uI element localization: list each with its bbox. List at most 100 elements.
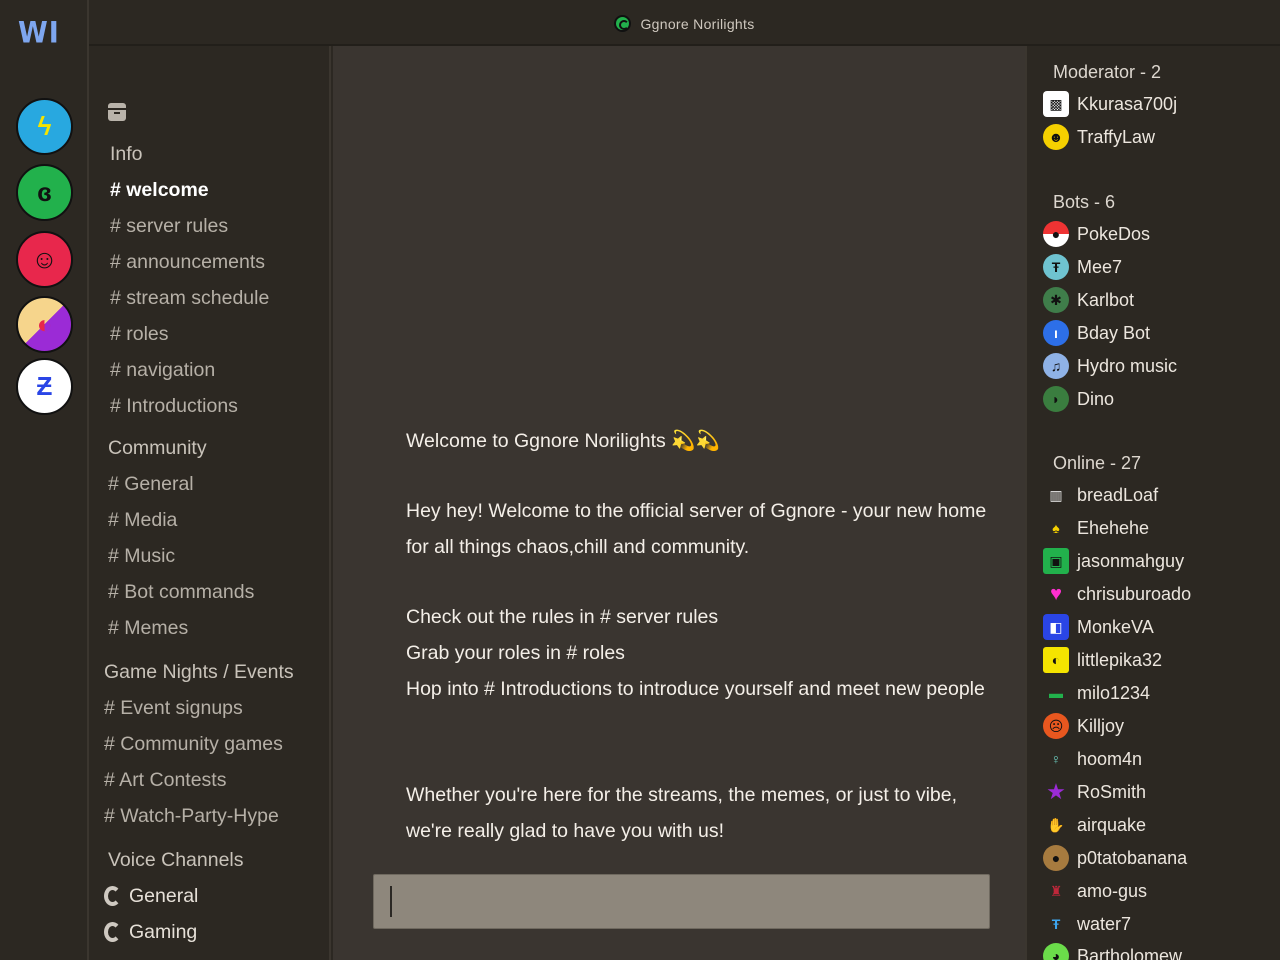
channel-art-contests[interactable]: # Art Contests [104,769,226,792]
member-dino[interactable]: ◗ Dino [1043,384,1114,414]
avatar: ✋ [1047,816,1065,833]
channel-music[interactable]: # Music [108,545,175,568]
channel-bot-commands[interactable]: # Bot commands [108,581,254,604]
voice-channel-label: Gaming [129,921,198,943]
avatar: ▩ [1043,91,1069,117]
avatar: ♠ [1052,520,1060,536]
avatar: ☻ [1043,124,1069,150]
channel-media[interactable]: # Media [108,509,177,532]
closing-paragraph: Whether you're here for the streams, the… [406,784,958,842]
avatar: ✱ [1043,287,1069,313]
channel-sidebar: Info # welcome # server rules # announce… [89,46,331,960]
member-monkeva[interactable]: ◧ MonkeVA [1043,612,1154,642]
channel-announcements[interactable]: # announcements [110,251,265,274]
avatar: Ŧ [1043,254,1069,280]
channel-watch-party-hype[interactable]: # Watch-Party-Hype [104,805,279,828]
online-header: Online - 27 [1053,453,1142,473]
avatar: ♀ [1050,751,1062,767]
music-note-icon: ♫ [1043,353,1069,379]
server-rail: WI ϟ ɞ ☺ ◐ Ƶ [0,0,88,960]
moderator-header: Moderator - 2 [1053,62,1162,82]
member-breadloaf[interactable]: ▥ breadLoaf [1043,480,1158,510]
member-bday-bot[interactable]: ı Bday Bot [1043,318,1150,348]
member-rosmith[interactable]: ★ RoSmith [1043,777,1146,807]
member-water7[interactable]: Ŧwater7 [1043,909,1131,939]
introductions-line: Hop into # Introductions to introduce yo… [406,678,985,700]
channel-introductions[interactable]: # Introductions [110,395,238,418]
rules-line: Check out the rules in # server rules [406,606,719,628]
server-spiral-icon[interactable]: ɞ [16,164,73,221]
server-flame-icon[interactable]: ◐ [16,296,73,353]
member-airquake[interactable]: ✋ airquake [1043,810,1146,840]
channel-roles[interactable]: # roles [110,323,169,346]
voice-icon [104,922,121,942]
member-chrisuburoado[interactable]: ♥ chrisuburoado [1043,579,1191,609]
channel-community-games[interactable]: # Community games [104,733,283,756]
lightning-icon: ϟ [37,111,52,141]
channel-memes[interactable]: # Memes [108,617,188,640]
avatar: ▥ [1049,486,1063,503]
member-amo-gus[interactable]: ♜ amo-gus [1043,876,1147,906]
member-milo1234[interactable]: ▬ milo1234 [1043,678,1150,708]
text-caret [390,886,392,917]
voice-icon [104,886,121,906]
member-mee7[interactable]: Ŧ Mee7 [1043,252,1122,282]
member-traffylaw[interactable]: ☻ TraffyLaw [1043,122,1155,152]
avatar: ◧ [1043,614,1069,640]
member-jasonmahguy[interactable]: ▣ jasonmahguy [1043,546,1184,576]
server-face-icon[interactable]: ☺ [16,231,73,288]
member-killjoy[interactable]: ☹ Killjoy [1043,711,1124,741]
server-lightning-icon[interactable]: ϟ [16,98,73,155]
chat-area: Welcome to Ggnore Norilights 💫💫 Hey hey!… [333,46,1025,960]
face-icon: ☺ [31,244,58,274]
channel-navigation[interactable]: # navigation [110,359,215,382]
member-karlbot[interactable]: ✱ Karlbot [1043,285,1134,315]
channel-stream-schedule[interactable]: # stream schedule [110,287,269,310]
category-info[interactable]: Info [110,143,143,166]
welcome-title: Welcome to Ggnore Norilights 💫💫 [406,423,1006,459]
server-z-icon[interactable]: Ƶ [16,358,73,415]
dino-icon: ◗ [1043,386,1069,412]
top-bar: Ggnore Norilights [89,0,1280,46]
spiral-icon: ɞ [37,177,52,207]
member-kkurasa700j[interactable]: ▩ Kkurasa700j [1043,89,1177,119]
bots-header: Bots - 6 [1053,192,1116,212]
member-bartholomew[interactable]: ◕ Bartholomew [1043,941,1182,960]
member-hoom4n[interactable]: ♀ hoom4n [1043,744,1142,774]
voice-channel-gaming[interactable]: Gaming [104,921,197,944]
heart-icon: ♥ [1050,582,1062,605]
member-list: Moderator - 2 ▩ Kkurasa700j ☻ TraffyLaw Bo… [1025,46,1280,960]
sparkles-icon: 💫💫 [671,430,720,452]
pokeball-icon: ● [1043,221,1069,247]
channel-general[interactable]: # General [108,473,194,496]
candle-icon: ı [1043,320,1069,346]
member-hydro-music[interactable]: ♫ Hydro music [1043,351,1177,381]
star-icon: ★ [1046,779,1066,804]
server-spiral-icon [614,15,632,32]
channel-server-rules[interactable]: # server rules [110,215,228,238]
avatar: Ŧ [1051,916,1061,932]
channel-welcome[interactable]: # welcome [110,179,209,202]
voice-channel-label: General [129,885,199,907]
category-events[interactable]: Game Nights / Events [104,661,294,684]
member-pokedos[interactable]: ● PokeDos [1043,219,1150,249]
channel-event-signups[interactable]: # Event signups [104,697,243,720]
inbox-icon[interactable] [108,103,126,121]
voice-channel-general[interactable]: General [104,885,198,908]
server-title: Ggnore Norilights [89,15,1280,32]
avatar: ◐ [1043,647,1069,673]
crewmate-icon: ♜ [1049,882,1063,899]
server-title-text: Ggnore Norilights [640,16,755,32]
member-p0tatobanana[interactable]: ● p0tatobanana [1043,843,1187,873]
frog-icon: ◕ [1043,943,1069,960]
category-voice[interactable]: Voice Channels [108,849,244,872]
member-ehehehe[interactable]: ♠ Ehehehe [1043,513,1149,543]
avatar: ☹ [1043,713,1069,739]
member-littlepika32[interactable]: ◐ littlepika32 [1043,645,1162,675]
message-input[interactable] [373,874,990,929]
app-logo[interactable]: WI [18,16,70,56]
avatar: ▣ [1043,548,1069,574]
roles-line: Grab your roles in # roles [406,642,625,664]
potato-icon: ● [1043,845,1069,871]
category-community[interactable]: Community [108,437,207,460]
